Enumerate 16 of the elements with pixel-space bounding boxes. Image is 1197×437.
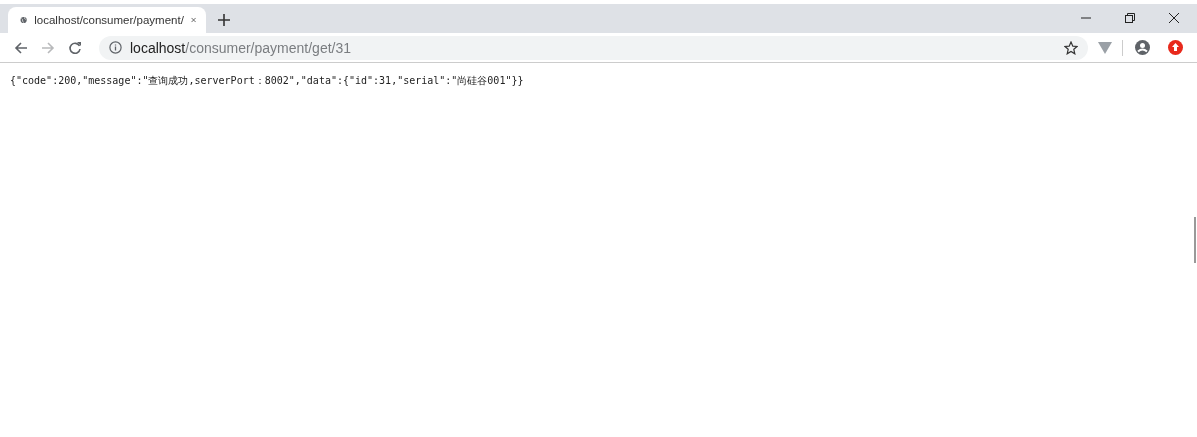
star-icon[interactable] <box>1064 40 1078 55</box>
triangle-icon[interactable] <box>1098 41 1112 54</box>
close-icon[interactable] <box>1169 13 1179 23</box>
reload-icon[interactable] <box>68 40 82 55</box>
address-bar[interactable]: localhost/consumer/payment/get/31 <box>99 35 1088 60</box>
scrollbar[interactable] <box>1194 217 1196 263</box>
json-text: {"code":200,"message":"查询成功,serverPort：8002","data":{"id":31,"serial":"尚硅谷001"}} <box>10 75 524 86</box>
url-text: localhost/consumer/payment/get/31 <box>130 39 352 56</box>
account-icon[interactable] <box>1135 40 1150 55</box>
tab-title: localhost/consumer/payment/ <box>34 14 184 26</box>
plus-icon[interactable] <box>218 14 230 26</box>
upload-icon[interactable] <box>1168 40 1183 55</box>
browser-tab[interactable]: localhost/consumer/payment/ <box>8 7 206 33</box>
back-icon[interactable] <box>14 40 28 55</box>
info-icon <box>109 41 122 54</box>
restore-icon[interactable] <box>1125 13 1135 23</box>
